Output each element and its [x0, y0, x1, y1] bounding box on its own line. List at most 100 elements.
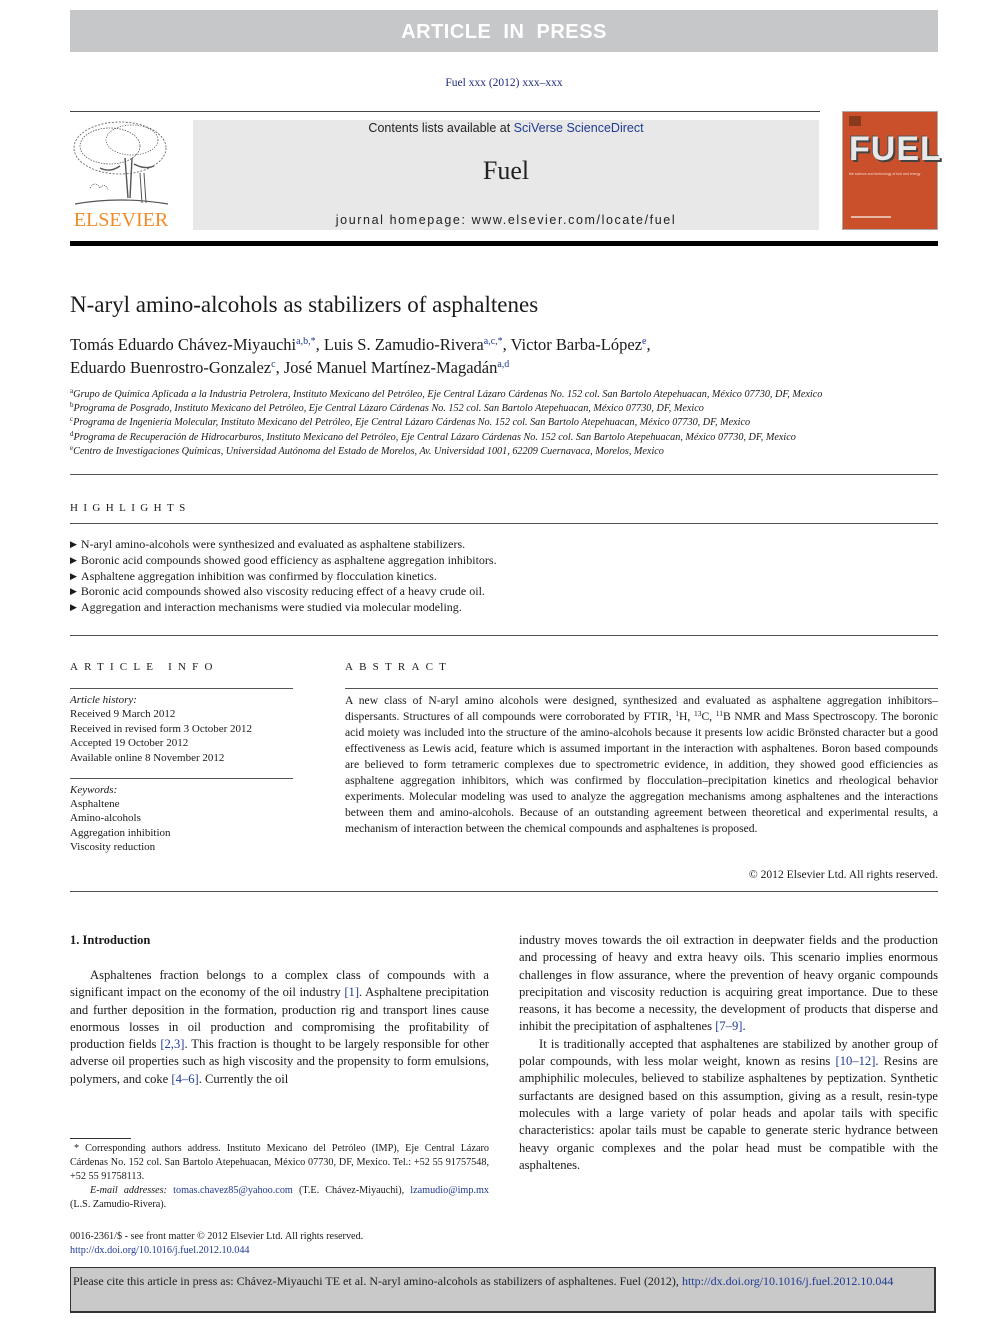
keywords-label: Keywords:: [70, 784, 118, 796]
divider: [70, 891, 938, 892]
abstract-segment: H,: [679, 710, 694, 723]
highlight-text: Asphaltene aggregation inhibition was co…: [80, 568, 437, 583]
citation-doi-link[interactable]: http://dx.doi.org/10.1016/j.fuel.2012.10…: [682, 1274, 893, 1288]
affiliation-text: Programa de Recuperación de Hidrocarburo…: [73, 431, 796, 443]
issn-line: 0016-2361/$ - see front matter © 2012 El…: [70, 1231, 364, 1242]
citation-link[interactable]: [2,3]: [160, 1037, 184, 1051]
sciencedirect-link[interactable]: SciVerse ScienceDirect: [514, 121, 644, 135]
corresponding-author-footnote: * Corresponding authors address. Institu…: [70, 1142, 489, 1212]
bullet-triangle-icon: ▶: [70, 586, 77, 597]
citation-link[interactable]: [10–12]: [836, 1054, 876, 1068]
cover-footer-mark: [851, 216, 891, 218]
author-affiliation-marker[interactable]: a,d: [497, 359, 509, 370]
bullet-triangle-icon: ▶: [70, 539, 77, 549]
highlight-text: Boronic acid compounds showed good effic…: [80, 552, 497, 567]
affiliation-item: aGrupo de Química Aplicada a la Industri…: [70, 388, 940, 402]
email-owner: (T.E. Chávez-Miyauchi),: [292, 1185, 411, 1196]
article-title: N-aryl amino-alcohols as stabilizers of …: [70, 292, 539, 317]
highlights-heading: HIGHLIGHTS: [70, 502, 191, 514]
citation-link[interactable]: [1]: [344, 985, 359, 999]
text-segment: . Currently the oil: [198, 1071, 289, 1086]
paragraph: It is traditionally accepted that asphal…: [519, 1036, 938, 1174]
citation-text: Please cite this article in press as: Ch…: [73, 1274, 682, 1288]
email-link[interactable]: tomas.chavez85@yahoo.com: [173, 1185, 293, 1196]
paragraph: Asphaltenes fraction belongs to a comple…: [70, 967, 489, 1088]
divider: [345, 688, 938, 689]
highlights-list: ▶ N-aryl amino-alcohols were synthesized …: [70, 537, 938, 616]
highlight-item: ▶ Boronic acid compounds showed also visc…: [70, 584, 938, 600]
keywords-list: Keywords: Asphaltene Amino-alcohols Aggr…: [70, 783, 300, 854]
isotope-superscript: 11: [715, 709, 723, 718]
bullet-triangle-icon: ▶: [70, 570, 77, 581]
keyword: Asphaltene: [70, 798, 120, 811]
email-label: E-mail addresses:: [90, 1185, 174, 1196]
keyword: Amino-alcohols: [70, 812, 141, 825]
email-owner: (L.S. Zamudio-Rivera).: [70, 1199, 167, 1210]
author-separator: ,: [275, 358, 284, 377]
citation-link[interactable]: [7–9]: [715, 1019, 742, 1033]
copyright-notice: © 2012 Elsevier Ltd. All rights reserved…: [748, 868, 938, 881]
footnote-emails: E-mail addresses: tomas.chavez85@yahoo.c…: [70, 1184, 489, 1212]
history-entry: Available online 8 November 2012: [70, 751, 225, 764]
highlight-item: ▶ Asphaltene aggregation inhibition was c…: [70, 569, 938, 585]
affiliation-list: aGrupo de Química Aplicada a la Industri…: [70, 388, 940, 459]
author-separator: ,: [315, 335, 324, 354]
affiliation-item: cPrograma de Ingeniería Molecular, Insti…: [70, 416, 940, 430]
header-thick-divider: [70, 241, 938, 246]
divider: [70, 635, 938, 636]
affiliation-item: dPrograma de Recuperación de Hidrocarbur…: [70, 430, 940, 445]
keyword: Aggregation inhibition: [70, 826, 171, 839]
highlight-text: Boronic acid compounds showed also visco…: [80, 584, 485, 599]
article-in-press-banner: ARTICLE IN PRESS: [70, 10, 938, 52]
paragraph: industry moves towards the oil extractio…: [519, 932, 938, 1036]
text-segment: . Resins are amphiphilic molecules, beli…: [519, 1054, 939, 1172]
author-name[interactable]: José Manuel Martínez-Magadán: [284, 358, 498, 377]
divider: [70, 111, 820, 112]
cover-subtitle: the science and technology of fuel and e…: [849, 172, 921, 176]
author-name[interactable]: Eduardo Buenrostro-Gonzalez: [70, 358, 271, 377]
journal-homepage-link[interactable]: journal homepage: www.elsevier.com/locat…: [193, 213, 819, 227]
divider: [70, 688, 293, 689]
journal-cover-thumbnail[interactable]: FUEL the science and technology of fuel …: [842, 111, 941, 230]
article-info-heading: ARTICLE INFO: [70, 661, 219, 673]
bullet-triangle-icon: ▶: [70, 554, 77, 565]
citation-box: Please cite this article in press as: Ch…: [70, 1267, 936, 1313]
journal-name: Fuel: [482, 156, 530, 185]
divider: [70, 474, 938, 475]
issn-block: 0016-2361/$ - see front matter © 2012 El…: [70, 1230, 489, 1258]
history-entry: Received 9 March 2012: [70, 708, 176, 721]
divider: [70, 523, 938, 524]
highlight-text: N-aryl amino-alcohols were synthesized a…: [80, 537, 466, 551]
citation-link[interactable]: [4–6]: [171, 1072, 198, 1086]
author-list: Tomás Eduardo Chávez-Miyauchia,b,*, Luis…: [70, 333, 938, 379]
affiliation-text: Centro de Investigaciones Químicas, Univ…: [73, 445, 664, 457]
author-name[interactable]: Tomás Eduardo Chávez-Miyauchi: [70, 335, 296, 354]
highlight-item: ▶ Boronic acid compounds showed good effi…: [70, 553, 938, 569]
highlight-item: ▶ Aggregation and interaction mechanisms …: [70, 600, 938, 616]
history-entry: Accepted 19 October 2012: [70, 737, 189, 750]
affiliation-item: eCentro de Investigaciones Químicas, Uni…: [70, 444, 940, 459]
email-link[interactable]: lzamudio@imp.mx: [410, 1185, 489, 1196]
elsevier-wordmark[interactable]: ELSEVIER: [70, 209, 172, 232]
history-entry: Received in revised form 3 October 2012: [70, 722, 253, 735]
author-name[interactable]: Victor Barba-López: [511, 335, 642, 354]
author-name[interactable]: Luis S. Zamudio-Rivera: [324, 335, 484, 354]
author-separator: ,: [646, 335, 651, 354]
author-affiliation-marker[interactable]: a,b,*: [296, 336, 315, 347]
author-affiliation-marker[interactable]: a,c,*: [484, 336, 503, 347]
abstract-heading: ABSTRACT: [345, 661, 453, 673]
contents-availability: Contents lists available at SciVerse Sci…: [193, 121, 819, 135]
abstract-segment: C,: [701, 710, 716, 723]
journal-reference-link[interactable]: Fuel xxx (2012) xxx–xxx: [70, 77, 938, 89]
body-column-right: industry moves towards the oil extractio…: [519, 932, 938, 1174]
article-history-label: Article history:: [70, 694, 137, 706]
highlight-item: ▶ N-aryl amino-alcohols were synthesized …: [70, 537, 938, 553]
cover-elsevier-icon: [849, 116, 861, 126]
section-heading-introduction: 1. Introduction: [70, 933, 151, 947]
author-separator: ,: [502, 335, 511, 354]
contents-prefix: Contents lists available at: [368, 121, 514, 135]
doi-link[interactable]: http://dx.doi.org/10.1016/j.fuel.2012.10…: [70, 1244, 489, 1258]
highlight-text: Aggregation and interaction mechanisms w…: [80, 600, 462, 615]
keyword: Viscosity reduction: [70, 840, 156, 853]
affiliation-text: Programa de Posgrado, Instituto Mexicano…: [73, 403, 704, 415]
